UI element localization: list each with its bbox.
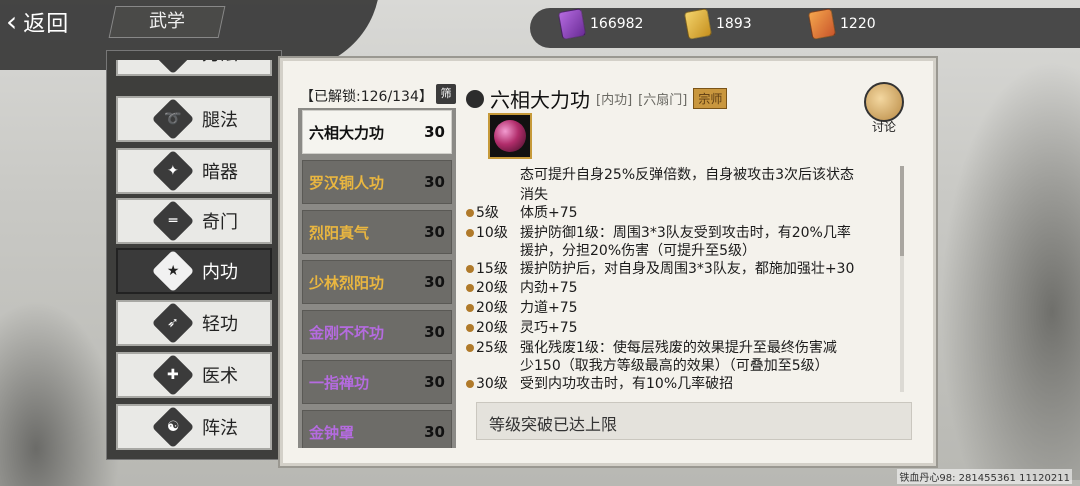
- skill-level: 30: [424, 323, 445, 341]
- category-item-blade[interactable]: 刀 刀法: [116, 60, 272, 76]
- description-scrollbar-thumb[interactable]: [900, 166, 904, 256]
- bullet-icon: [466, 344, 474, 352]
- skill-name: 一指禅功: [309, 373, 370, 392]
- bullet-icon: [466, 380, 474, 388]
- skill-name: 金钟罩: [309, 423, 355, 442]
- scroll-weapon-icon: ═: [151, 199, 195, 243]
- skill-rank-badge: 宗师: [693, 88, 728, 109]
- skill-level: 30: [424, 273, 445, 291]
- bullet-icon: [466, 324, 474, 332]
- category-label: 阵法: [202, 418, 238, 439]
- skill-name: 金刚不坏功: [309, 323, 385, 342]
- bullet-icon: [466, 229, 474, 237]
- breakthrough-status: 等级突破已达上限: [476, 402, 912, 440]
- skill-level: 30: [424, 223, 445, 241]
- cat-avatar-icon: [864, 82, 904, 122]
- shuriken-icon: ✦: [151, 149, 195, 193]
- skill-name: 六相大力功: [309, 123, 385, 142]
- medicine-icon: ✚: [151, 353, 195, 397]
- skill-level: 30: [424, 423, 445, 441]
- skill-header: 六相大力功 [内功] [六扇门] 宗师: [466, 84, 728, 113]
- category-list[interactable]: 刀 刀法 ➰ 腿法 ✦ 暗器 ═ 奇门 ★ 内功 ➶ 轻功 ✚ 医术 ☯ 阵法: [116, 60, 274, 456]
- orange-scroll-icon: [807, 8, 837, 40]
- skill-portrait: [488, 113, 532, 159]
- category-label: 轻功: [202, 314, 238, 335]
- bullet-icon: [466, 284, 474, 292]
- resource-purple[interactable]: 166982: [557, 8, 644, 40]
- category-item-formation[interactable]: ☯ 阵法: [116, 404, 272, 450]
- category-label: 暗器: [202, 162, 238, 183]
- skill-item[interactable]: 罗汉铜人功 30: [302, 160, 452, 204]
- gold-scroll-icon: [683, 8, 713, 40]
- category-label: 刀法: [202, 60, 238, 66]
- page-title: 武学: [149, 11, 185, 32]
- category-item-kick[interactable]: ➰ 腿法: [116, 96, 272, 142]
- category-item-exotic[interactable]: ═ 奇门: [116, 198, 272, 244]
- skill-item[interactable]: 烈阳真气 30: [302, 210, 452, 254]
- martial-pose-icon: ★: [151, 249, 195, 293]
- filter-button[interactable]: 筛: [436, 84, 456, 104]
- category-label: 内功: [202, 262, 238, 283]
- page-title-tab: 武学: [108, 6, 226, 38]
- lightness-icon: ➶: [151, 301, 195, 345]
- energy-orb-icon: [494, 120, 526, 152]
- purple-scroll-icon: [557, 8, 587, 40]
- kick-icon: ➰: [151, 97, 195, 141]
- discuss-button[interactable]: 讨论: [860, 82, 908, 136]
- skill-name: 少林烈阳功: [309, 273, 385, 292]
- ink-wash-backdrop: [0, 300, 120, 486]
- skill-level: 30: [424, 123, 445, 141]
- skill-name: 罗汉铜人功: [309, 173, 385, 192]
- category-label: 医术: [202, 366, 238, 387]
- skill-sect-tag: [六扇门]: [638, 93, 688, 108]
- skill-description[interactable]: 态可提升自身25%反弹倍数，自身被攻击3次后该状态 消失 5级 体质+75 10…: [462, 166, 906, 394]
- skill-item[interactable]: 六相大力功 30: [302, 110, 452, 154]
- category-item-lightness[interactable]: ➶ 轻功: [116, 300, 272, 346]
- category-label: 奇门: [202, 212, 238, 233]
- unlock-counter: 【已解锁:126/134】: [300, 89, 433, 105]
- resource-orange[interactable]: 1220: [807, 8, 876, 40]
- skill-item[interactable]: 少林烈阳功 30: [302, 260, 452, 304]
- back-button[interactable]: ‹ 返回: [6, 4, 69, 40]
- resource-value: 1220: [840, 16, 876, 32]
- skill-list[interactable]: 六相大力功 30 罗汉铜人功 30 烈阳真气 30 少林烈阳功 30 金刚不坏功…: [298, 108, 456, 448]
- category-item-medicine[interactable]: ✚ 医术: [116, 352, 272, 398]
- back-label: 返回: [23, 12, 70, 37]
- skill-level: 30: [424, 173, 445, 191]
- resource-value: 1893: [716, 16, 752, 32]
- ink-wash-backdrop: [940, 60, 1080, 480]
- breakthrough-status-text: 等级突破已达上限: [489, 415, 618, 434]
- watermark-text: 铁血丹心98: 281455361 11120211: [897, 469, 1072, 484]
- chevron-left-icon: ‹: [6, 5, 18, 38]
- yinyang-icon: ☯: [151, 405, 195, 449]
- resource-gold[interactable]: 1893: [683, 8, 752, 40]
- martial-pose-icon: [466, 89, 484, 108]
- resource-value: 166982: [590, 16, 644, 32]
- skill-level: 30: [424, 373, 445, 391]
- category-label: 腿法: [202, 110, 238, 131]
- bullet-icon: [466, 209, 474, 217]
- skill-title: 六相大力功: [490, 88, 590, 112]
- bullet-icon: [466, 265, 474, 273]
- discuss-label: 讨论: [871, 120, 896, 134]
- skill-item[interactable]: 金钟罩 30: [302, 410, 452, 448]
- category-item-inner-power[interactable]: ★ 内功: [116, 248, 272, 294]
- skill-item[interactable]: 金刚不坏功 30: [302, 310, 452, 354]
- blade-icon: 刀: [151, 60, 195, 75]
- category-item-hidden-weapon[interactable]: ✦ 暗器: [116, 148, 272, 194]
- bullet-icon: [466, 304, 474, 312]
- skill-type-tag: [内功]: [596, 93, 633, 108]
- skill-name: 烈阳真气: [309, 223, 370, 242]
- skill-item[interactable]: 一指禅功 30: [302, 360, 452, 404]
